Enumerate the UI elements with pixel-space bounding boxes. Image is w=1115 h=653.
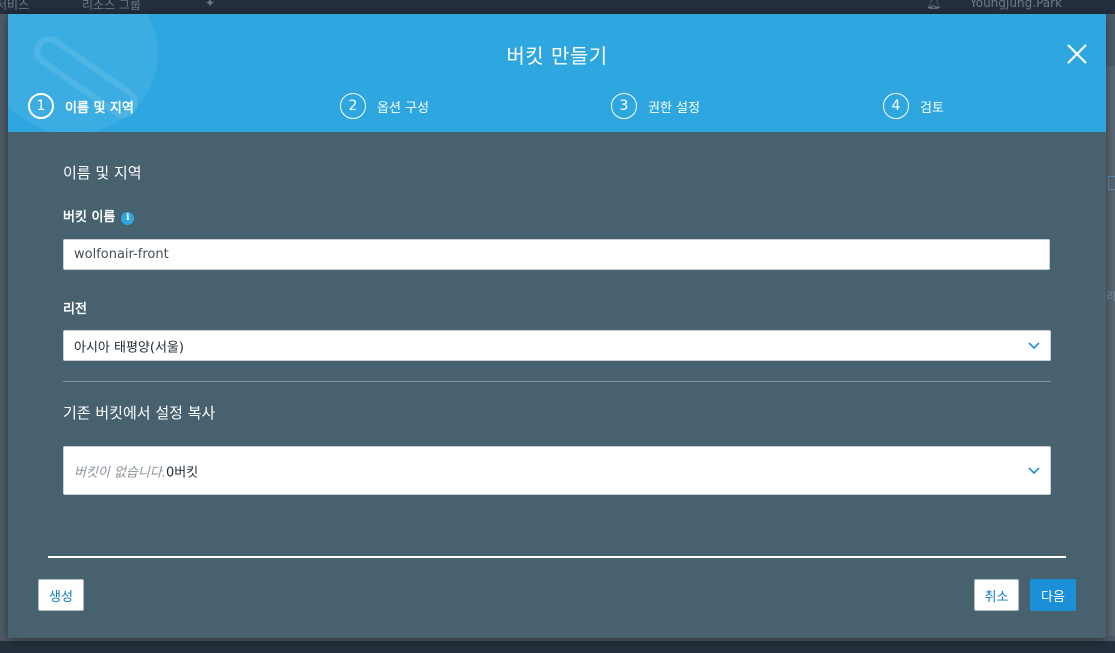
step-number: 2	[340, 93, 366, 119]
step-review[interactable]: 4 검토	[883, 93, 944, 119]
pin-icon[interactable]: ✦	[205, 0, 215, 10]
step-number: 3	[611, 93, 637, 119]
section-title-name-region: 이름 및 지역	[63, 164, 142, 182]
section-title-copy-settings: 기존 버킷에서 설정 복사	[63, 404, 216, 422]
footer-divider	[48, 556, 1066, 558]
resource-groups-menu[interactable]: 리소스 그룹	[82, 0, 141, 13]
step-number: 4	[883, 93, 909, 119]
copy-settings-select-value: 버킷이 없습니다.0버킷	[74, 461, 198, 480]
step-label: 검토	[920, 100, 944, 116]
info-icon[interactable]: i	[121, 212, 135, 225]
bucket-name-label: 버킷 이름 i	[63, 206, 135, 225]
copy-settings-count: 0버킷	[166, 465, 199, 480]
create-bucket-modal: 버킷 만들기 1 이름 및 지역 2 옵션 구성 3 권한 설정 4 검토 이름…	[8, 14, 1106, 638]
step-number: 1	[28, 93, 54, 119]
bucket-name-input[interactable]	[63, 239, 1050, 270]
step-set-permissions[interactable]: 3 권한 설정	[611, 93, 700, 119]
services-menu[interactable]: 서비스	[0, 0, 29, 13]
modal-header: 버킷 만들기 1 이름 및 지역 2 옵션 구성 3 권한 설정 4 검토	[8, 14, 1106, 132]
create-button[interactable]: 생성	[38, 579, 84, 611]
region-select[interactable]: 아시아 태평양(서울)	[63, 330, 1051, 361]
console-page-bottom	[0, 641, 1115, 653]
step-configure-options[interactable]: 2 옵션 구성	[340, 93, 429, 119]
close-icon[interactable]	[1065, 42, 1089, 66]
next-button[interactable]: 다음	[1030, 579, 1076, 611]
step-label: 권한 설정	[648, 100, 700, 116]
step-name-and-region[interactable]: 1 이름 및 지역	[28, 93, 134, 119]
region-label: 리전	[63, 302, 87, 317]
modal-title: 버킷 만들기	[506, 44, 608, 68]
chevron-down-icon	[1028, 341, 1040, 350]
copy-settings-placeholder: 버킷이 없습니다.	[74, 465, 166, 480]
step-label: 이름 및 지역	[65, 100, 134, 116]
console-page-control	[1108, 176, 1115, 190]
section-divider	[63, 381, 1051, 382]
console-topbar: 서비스 리소스 그룹 ✦ 🔔︎ YoungJung.Park	[0, 0, 1115, 14]
cancel-button[interactable]: 취소	[974, 579, 1019, 611]
console-page-text: 리	[1106, 290, 1115, 303]
step-label: 옵션 구성	[377, 100, 429, 116]
account-menu[interactable]: YoungJung.Park	[970, 0, 1062, 10]
region-select-value: 아시아 태평양(서울)	[74, 340, 184, 355]
bucket-name-label-text: 버킷 이름	[63, 210, 116, 225]
bell-icon[interactable]: 🔔︎	[926, 0, 941, 10]
chevron-down-icon	[1028, 466, 1040, 475]
copy-settings-select[interactable]: 버킷이 없습니다.0버킷	[63, 446, 1051, 495]
